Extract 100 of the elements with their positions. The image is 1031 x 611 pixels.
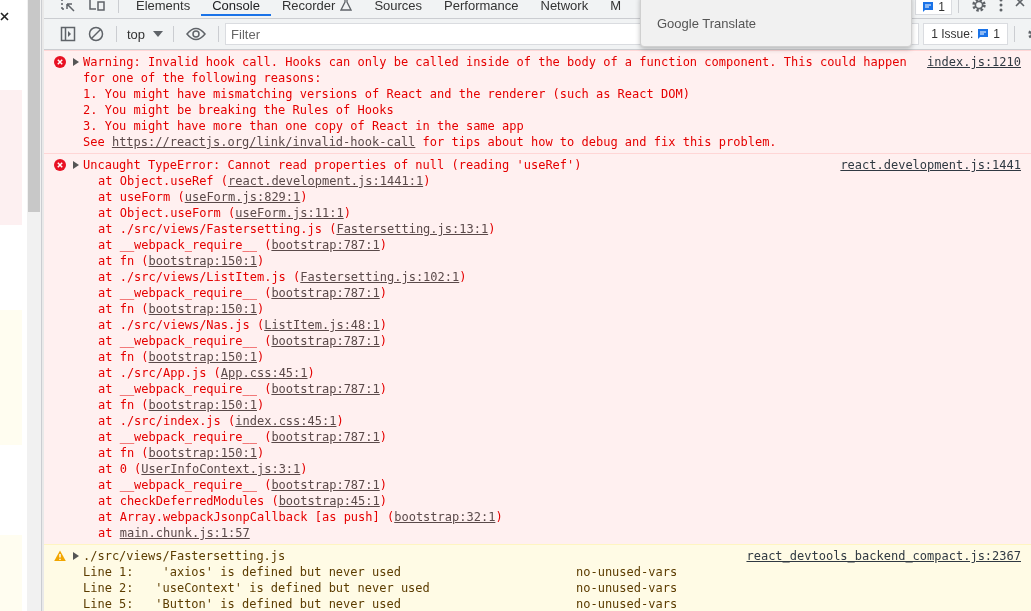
source-link[interactable]: bootstrap:787:1 xyxy=(271,286,380,300)
eye-icon[interactable] xyxy=(186,27,207,41)
console-text: ) xyxy=(343,206,351,220)
console-line: 2. You might be breaking the Rules of Hooks xyxy=(83,102,395,118)
tab[interactable]: Console xyxy=(201,0,271,16)
console-text: at Object.useRef ( xyxy=(98,174,229,188)
console-line: 1. You might have mismatching versions of React and the renderer (such as React DOM) xyxy=(83,86,691,102)
source-link[interactable]: bootstrap:45:1 xyxy=(278,494,380,508)
console-text: ) xyxy=(300,462,308,476)
tab[interactable]: Sources xyxy=(363,0,434,16)
console-text: ) xyxy=(256,302,265,316)
source-link[interactable]: bootstrap:150:1 xyxy=(148,350,257,364)
console-text: at ./src/views/Nas.js ( xyxy=(98,318,265,332)
tab[interactable]: Elements xyxy=(125,0,202,16)
source-link[interactable]: main.chunk.js:1:57 xyxy=(119,526,250,540)
messages-badge[interactable]: 1 xyxy=(915,0,952,15)
console-text: See xyxy=(83,135,106,149)
source-link[interactable]: https://reactjs.org/link/invalid-hook-call xyxy=(111,135,416,149)
device-icon[interactable] xyxy=(88,0,106,13)
console-text: ) xyxy=(423,174,431,188)
console-text: ) xyxy=(459,270,467,284)
source-link[interactable]: Fastersetting.js:13:1 xyxy=(336,222,489,236)
lint-message: Line 2: 'useContext' is defined but never used xyxy=(83,580,431,596)
source-link[interactable]: useForm.js:829:1 xyxy=(184,190,301,204)
lint-rule: no-unused-vars xyxy=(576,596,678,611)
console-text: ) xyxy=(379,382,387,396)
flask-icon[interactable] xyxy=(340,0,353,11)
console-text: at 0 ( xyxy=(98,462,142,476)
tab[interactable]: Network xyxy=(529,0,600,16)
console-text: at ./src/views/Fastersetting.js ( xyxy=(98,222,337,236)
settings-icon[interactable] xyxy=(971,0,987,13)
expand-arrow-icon[interactable] xyxy=(72,58,80,66)
console-text: at useForm ( xyxy=(98,190,185,204)
expand-arrow-icon[interactable] xyxy=(72,161,80,169)
source-link[interactable]: react.development.js:1441 xyxy=(840,157,1021,173)
context-dropdown[interactable]: top xyxy=(123,26,168,42)
error-icon[interactable] xyxy=(54,56,66,68)
message-icon[interactable] xyxy=(977,28,990,40)
console-text: ) xyxy=(256,254,265,268)
source-link[interactable]: ListItem.js:48:1 xyxy=(264,318,380,332)
source-link[interactable]: bootstrap:150:1 xyxy=(148,302,257,316)
console-text: ) xyxy=(300,190,308,204)
console-text: at __webpack_require__ ( xyxy=(98,238,272,252)
console-text: ) xyxy=(379,494,387,508)
source-link[interactable]: bootstrap:787:1 xyxy=(271,238,380,252)
source-link[interactable]: App.css:45:1 xyxy=(220,366,308,380)
console-text: ) xyxy=(379,478,387,492)
expand-arrow-icon[interactable] xyxy=(72,552,80,560)
console-text: ) xyxy=(379,318,387,332)
source-link[interactable]: react_devtools_backend_compact.js:2367 xyxy=(746,548,1021,564)
source-link[interactable]: bootstrap:150:1 xyxy=(148,398,257,412)
tab[interactable]: M xyxy=(599,0,633,16)
message-icon[interactable] xyxy=(922,1,935,13)
error-icon[interactable] xyxy=(54,159,66,171)
source-link[interactable]: bootstrap:150:1 xyxy=(148,254,257,268)
source-link[interactable]: bootstrap:787:1 xyxy=(271,382,380,396)
tab[interactable]: Recorder xyxy=(270,0,364,16)
source-link[interactable]: bootstrap:32:1 xyxy=(394,510,496,524)
source-link[interactable]: useForm.js:11:1 xyxy=(235,206,344,220)
source-link[interactable]: UserInfoContext.js:3:1 xyxy=(141,462,301,476)
console-text: ) xyxy=(379,238,387,252)
console-text: at __webpack_require__ ( xyxy=(98,286,272,300)
source-link[interactable]: bootstrap:150:1 xyxy=(148,446,257,460)
console-text: ) xyxy=(379,286,387,300)
console-text: at __webpack_require__ ( xyxy=(98,334,272,348)
console-text: at xyxy=(98,526,114,540)
console-text: ) xyxy=(379,430,387,444)
console-text: at fn ( xyxy=(98,398,149,412)
console-text: at Array.webpackJsonpCallback [as push] ( xyxy=(98,510,395,524)
console-line: Uncaught TypeError: Cannot read properties of null (reading 'useRef') xyxy=(83,157,583,173)
source-link[interactable]: index.js:1210 xyxy=(927,54,1021,70)
lint-message: Line 1: 'axios' is defined but never used xyxy=(83,564,402,580)
scrollbar[interactable] xyxy=(27,0,42,611)
console-text: at ./src/App.js ( xyxy=(98,366,221,380)
lint-message: Line 5: 'Button' is defined but never used xyxy=(83,596,402,611)
console-text: ) xyxy=(495,510,503,524)
source-link[interactable]: react.development.js:1441:1 xyxy=(228,174,424,188)
caret-icon[interactable] xyxy=(153,31,164,37)
console-text: ) xyxy=(379,334,387,348)
console-text: ) xyxy=(256,446,265,460)
lint-rule: no-unused-vars xyxy=(576,564,678,580)
console-text: at __webpack_require__ ( xyxy=(98,478,272,492)
console-text: at fn ( xyxy=(98,446,149,460)
close-icon[interactable] xyxy=(0,12,9,21)
clear-icon[interactable] xyxy=(88,26,104,42)
source-link[interactable]: bootstrap:787:1 xyxy=(271,430,380,444)
inspect-icon[interactable] xyxy=(60,0,76,13)
console-text: at fn ( xyxy=(98,350,149,364)
source-link[interactable]: Fastersetting.js:102:1 xyxy=(300,270,460,284)
console-text: ) xyxy=(488,222,496,236)
sidebar-icon[interactable] xyxy=(60,26,76,42)
lint-rule: no-unused-vars xyxy=(576,580,678,596)
console-line: 3. You might have more than one copy of React in the same app xyxy=(83,118,525,134)
scrollbar-thumb[interactable] xyxy=(28,0,40,212)
source-link[interactable]: bootstrap:787:1 xyxy=(271,334,380,348)
issues-button[interactable]: 1 Issue: 1 xyxy=(923,23,1008,45)
source-link[interactable]: bootstrap:787:1 xyxy=(271,478,380,492)
tab[interactable]: Performance xyxy=(433,0,530,16)
source-link[interactable]: index.css:45:1 xyxy=(235,414,337,428)
more-icon[interactable] xyxy=(999,0,1003,13)
